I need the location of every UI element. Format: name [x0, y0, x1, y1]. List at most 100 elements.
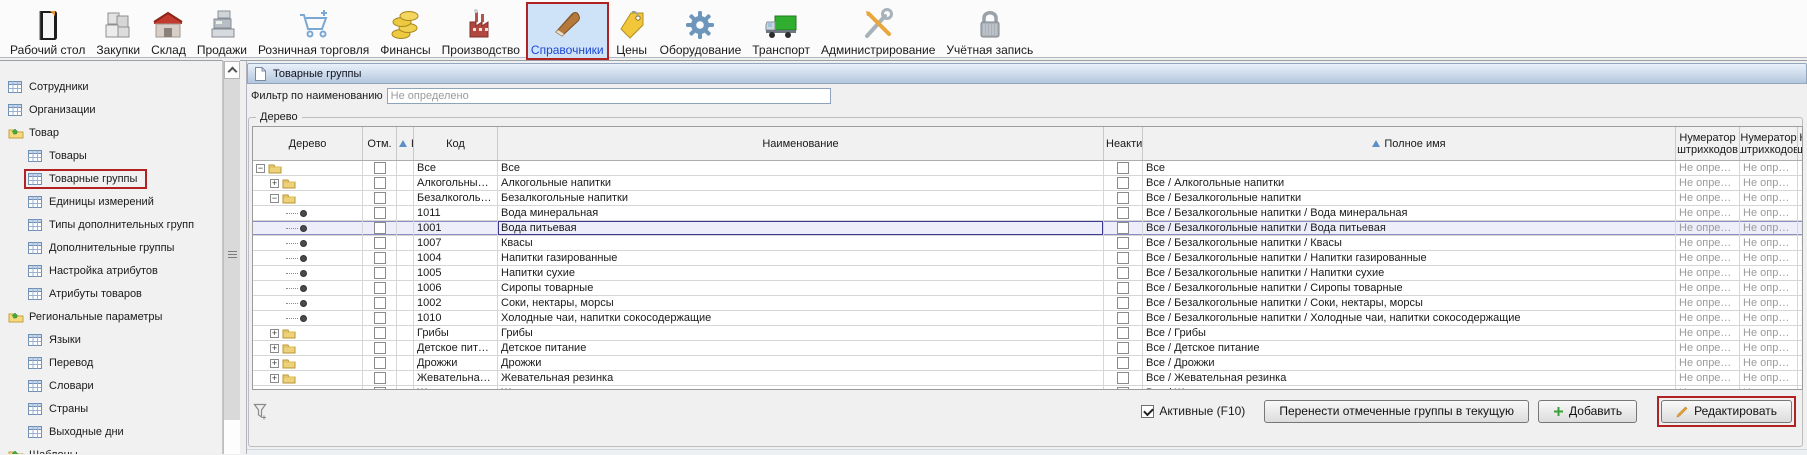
- table-row[interactable]: 1007 Квасы Все / Безалкогольные напитки …: [253, 236, 1802, 251]
- edit-button[interactable]: Редактировать: [1661, 400, 1792, 423]
- name-cell[interactable]: Грибы: [498, 326, 1104, 340]
- checkbox-unchecked-icon[interactable]: [1117, 342, 1129, 354]
- table-row[interactable]: 1006 Сиропы товарные Все / Безалкогольны…: [253, 281, 1802, 296]
- sidebar-item[interactable]: Атрибуты товаров: [0, 282, 222, 305]
- name-cell[interactable]: Жевательная резинка: [498, 371, 1104, 385]
- inactive-cell[interactable]: [1104, 296, 1143, 310]
- sidebar-item[interactable]: Настройка атрибутов: [0, 259, 222, 282]
- fullname-cell[interactable]: Все / Жевательная резинка: [1143, 371, 1676, 385]
- sidebar-item[interactable]: Дополнительные группы: [0, 236, 222, 259]
- numerator2-cell[interactable]: Не определено: [1740, 161, 1798, 175]
- toolbar-item-prodazhi[interactable]: Продажи: [192, 2, 252, 60]
- toolbar-item-sklad[interactable]: Склад: [146, 2, 191, 60]
- checkbox-unchecked-icon[interactable]: [374, 282, 386, 294]
- fullname-cell[interactable]: Все: [1143, 161, 1676, 175]
- inactive-cell[interactable]: [1104, 206, 1143, 220]
- mark-cell[interactable]: [363, 206, 397, 220]
- numerator1-cell[interactable]: Не определено: [1676, 311, 1740, 325]
- checkbox-unchecked-icon[interactable]: [374, 207, 386, 219]
- collapse-minus-icon[interactable]: −: [270, 194, 279, 203]
- tree-cell[interactable]: −: [253, 191, 363, 205]
- tree-cell[interactable]: [253, 206, 363, 220]
- name-cell[interactable]: Соки, нектары, морсы: [498, 296, 1104, 310]
- numerator2-cell[interactable]: Не определено: [1740, 371, 1798, 385]
- numerator1-cell[interactable]: Не определено: [1676, 341, 1740, 355]
- filter-input[interactable]: [387, 88, 831, 104]
- numerator3-cell[interactable]: Не определено: [1798, 371, 1803, 385]
- checkbox-unchecked-icon[interactable]: [1117, 297, 1129, 309]
- sidebar-item[interactable]: Шаблоны: [0, 443, 222, 454]
- tree-cell[interactable]: [253, 266, 363, 280]
- sidebar-item[interactable]: Перевод: [0, 351, 222, 374]
- table-row[interactable]: 1005 Напитки сухие Все / Безалкогольные …: [253, 266, 1802, 281]
- table-row[interactable]: + Жевательная резинка Жевательная резинк…: [253, 371, 1802, 386]
- sidebar-item[interactable]: Единицы измерений: [0, 190, 222, 213]
- inactive-cell[interactable]: [1104, 251, 1143, 265]
- numerator1-cell[interactable]: Не определено: [1676, 191, 1740, 205]
- inactive-cell[interactable]: [1104, 311, 1143, 325]
- mark-cell[interactable]: [363, 251, 397, 265]
- sidebar-scrollbar[interactable]: [223, 61, 240, 454]
- numerator1-cell[interactable]: Не определено: [1676, 326, 1740, 340]
- inactive-cell[interactable]: [1104, 191, 1143, 205]
- numerator2-cell[interactable]: Не определено: [1740, 386, 1798, 390]
- fullname-cell[interactable]: Все / Безалкогольные напитки / Напитки с…: [1143, 266, 1676, 280]
- checkbox-unchecked-icon[interactable]: [374, 297, 386, 309]
- numerator1-cell[interactable]: Не определено: [1676, 386, 1740, 390]
- mark-cell[interactable]: [363, 176, 397, 190]
- name-cell[interactable]: Дрожжи: [498, 356, 1104, 370]
- table-row[interactable]: 1001 Вода питьевая Все / Безалкогольные …: [253, 221, 1802, 236]
- tree-cell[interactable]: [253, 311, 363, 325]
- numerator1-cell[interactable]: Не определено: [1676, 251, 1740, 265]
- checkbox-unchecked-icon[interactable]: [1117, 237, 1129, 249]
- inactive-cell[interactable]: [1104, 371, 1143, 385]
- name-cell[interactable]: Напитки сухие: [498, 266, 1104, 280]
- collapse-minus-icon[interactable]: −: [256, 164, 265, 173]
- checkbox-unchecked-icon[interactable]: [374, 162, 386, 174]
- mark-cell[interactable]: [363, 221, 397, 235]
- mark-cell[interactable]: [363, 296, 397, 310]
- scroll-up-button[interactable]: [224, 61, 240, 79]
- numerator3-cell[interactable]: Не определено: [1798, 221, 1803, 235]
- toolbar-item-proizvodstvo[interactable]: Производство: [437, 2, 525, 60]
- code-cell[interactable]: Алкогольные напитки: [414, 176, 498, 190]
- tree-cell[interactable]: [253, 281, 363, 295]
- column-header-name[interactable]: Наименование: [498, 127, 1104, 160]
- sidebar-item[interactable]: Страны: [0, 397, 222, 420]
- expand-plus-icon[interactable]: +: [270, 179, 279, 188]
- checkbox-unchecked-icon[interactable]: [1117, 267, 1129, 279]
- numerator3-cell[interactable]: Не определено: [1798, 326, 1803, 340]
- code-cell[interactable]: 1001: [414, 221, 498, 235]
- numerator3-cell[interactable]: Не определено: [1798, 341, 1803, 355]
- mark-cell[interactable]: [363, 386, 397, 390]
- inactive-cell[interactable]: [1104, 176, 1143, 190]
- mark-cell[interactable]: [363, 356, 397, 370]
- toolbar-item-finansy[interactable]: Финансы: [375, 2, 435, 60]
- code-cell[interactable]: 1002: [414, 296, 498, 310]
- numerator2-cell[interactable]: Не определено: [1740, 356, 1798, 370]
- numerator3-cell[interactable]: Не определено: [1798, 206, 1803, 220]
- checkbox-unchecked-icon[interactable]: [374, 192, 386, 204]
- filter-funnel-icon[interactable]: [253, 403, 269, 420]
- code-cell[interactable]: Жевательная резинка: [414, 371, 498, 385]
- name-cell[interactable]: Вода минеральная: [498, 206, 1104, 220]
- numerator2-cell[interactable]: Не определено: [1740, 251, 1798, 265]
- numerator1-cell[interactable]: Не определено: [1676, 281, 1740, 295]
- expand-plus-icon[interactable]: +: [270, 344, 279, 353]
- fullname-cell[interactable]: Все / Безалкогольные напитки / Вода мине…: [1143, 206, 1676, 220]
- sidebar-item[interactable]: Региональные параметры: [0, 305, 222, 328]
- numerator2-cell[interactable]: Не определено: [1740, 296, 1798, 310]
- sidebar-item[interactable]: Выходные дни: [0, 420, 222, 443]
- numerator2-cell[interactable]: Не определено: [1740, 311, 1798, 325]
- expand-plus-icon[interactable]: +: [270, 359, 279, 368]
- column-header-code[interactable]: Код: [414, 127, 498, 160]
- column-header-inactive[interactable]: Неактив: [1104, 127, 1143, 160]
- checkbox-unchecked-icon[interactable]: [374, 312, 386, 324]
- tree-cell[interactable]: +: [253, 371, 363, 385]
- checkbox-unchecked-icon[interactable]: [374, 177, 386, 189]
- fullname-cell[interactable]: Все / Алкогольные напитки: [1143, 176, 1676, 190]
- numerator3-cell[interactable]: Не определено: [1798, 236, 1803, 250]
- code-cell[interactable]: Детское питание: [414, 341, 498, 355]
- sidebar-item[interactable]: Словари: [0, 374, 222, 397]
- name-cell[interactable]: Жиры пищевые: [498, 386, 1104, 390]
